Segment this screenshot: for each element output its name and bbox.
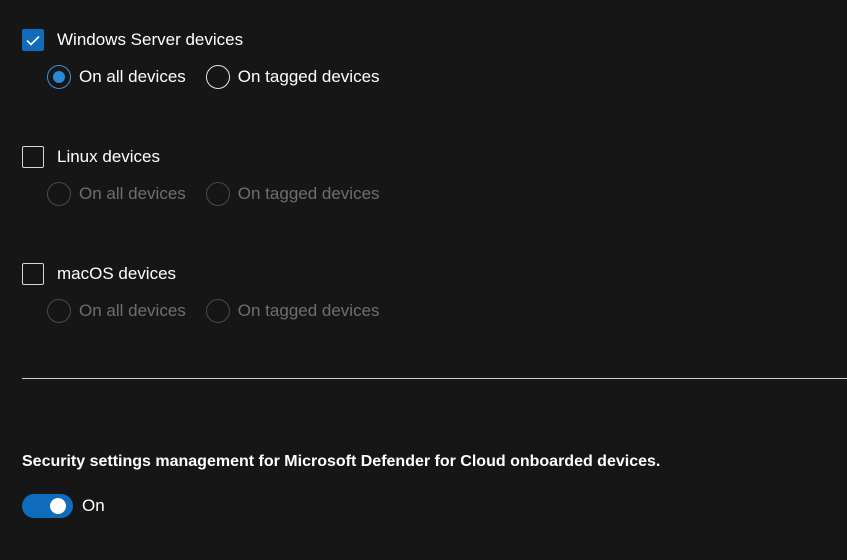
- macos-tagged-devices-option: On tagged devices: [205, 299, 380, 323]
- windows-server-checkbox[interactable]: [22, 29, 44, 51]
- macos-tagged-devices-radio: [205, 299, 230, 323]
- macos-checkbox[interactable]: [22, 263, 44, 285]
- security-settings-toggle[interactable]: [22, 494, 73, 518]
- windows-server-label: Windows Server devices: [57, 30, 244, 49]
- security-settings-toggle-row: On: [22, 494, 105, 518]
- windows-server-tagged-devices-option[interactable]: On tagged devices: [205, 65, 380, 89]
- windows-server-all-devices-label: On all devices: [79, 67, 186, 86]
- linux-checkbox-row[interactable]: Linux devices: [22, 144, 400, 170]
- section-divider: [22, 378, 847, 379]
- windows-server-group: Windows Server devices On all devices On…: [22, 27, 400, 90]
- linux-tagged-devices-label: On tagged devices: [237, 184, 380, 203]
- toggle-knob: [50, 498, 66, 514]
- windows-server-tagged-devices-label: On tagged devices: [237, 67, 380, 86]
- checkmark-icon: [26, 35, 40, 46]
- linux-all-devices-radio: [47, 182, 71, 206]
- macos-all-devices-option: On all devices: [47, 299, 186, 323]
- macos-all-devices-label: On all devices: [79, 301, 186, 320]
- radio-selected-dot: [53, 71, 65, 83]
- linux-tagged-devices-radio: [205, 182, 230, 206]
- linux-radio-group: On all devices On tagged devices: [47, 181, 400, 207]
- windows-server-radio-group: On all devices On tagged devices: [47, 64, 400, 90]
- windows-server-all-devices-option[interactable]: On all devices: [47, 65, 186, 89]
- linux-checkbox[interactable]: [22, 146, 44, 168]
- security-settings-title: Security settings management for Microso…: [22, 453, 661, 470]
- linux-label: Linux devices: [57, 147, 161, 166]
- windows-server-all-devices-radio[interactable]: [47, 65, 71, 89]
- macos-group: macOS devices On all devices On tagged d…: [22, 261, 400, 324]
- macos-label: macOS devices: [57, 264, 177, 283]
- linux-group: Linux devices On all devices On tagged d…: [22, 144, 400, 207]
- linux-tagged-devices-option: On tagged devices: [205, 182, 380, 206]
- macos-all-devices-radio: [47, 299, 71, 323]
- security-settings-toggle-label: On: [82, 496, 105, 515]
- linux-all-devices-option: On all devices: [47, 182, 186, 206]
- linux-all-devices-label: On all devices: [79, 184, 186, 203]
- macos-tagged-devices-label: On tagged devices: [237, 301, 380, 320]
- windows-server-tagged-devices-radio[interactable]: [205, 65, 230, 89]
- macos-radio-group: On all devices On tagged devices: [47, 298, 400, 324]
- macos-checkbox-row[interactable]: macOS devices: [22, 261, 400, 287]
- windows-server-checkbox-row[interactable]: Windows Server devices: [22, 27, 400, 53]
